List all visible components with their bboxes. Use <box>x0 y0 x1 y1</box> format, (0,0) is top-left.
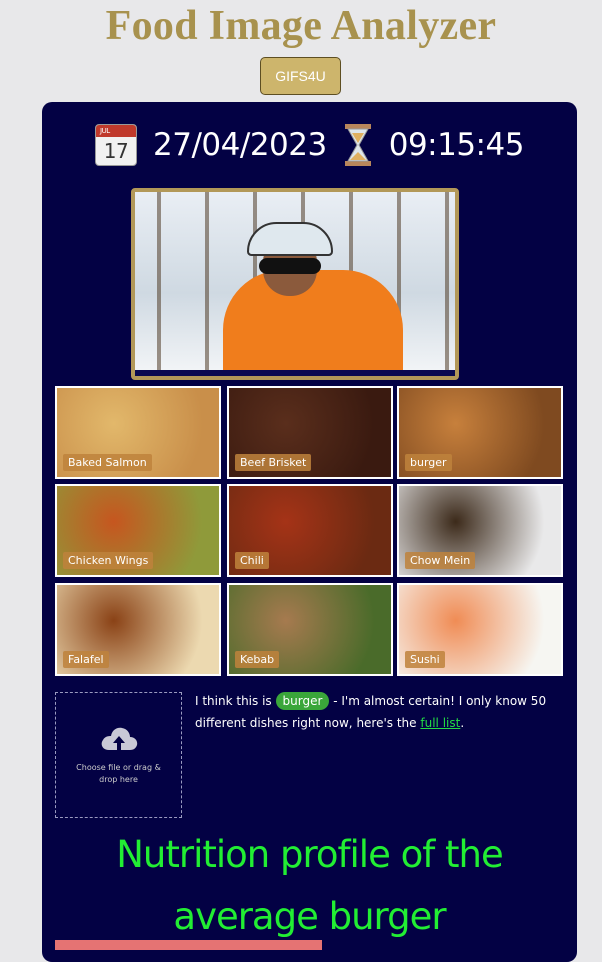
datetime-bar: JUL 17 27/04/2023 09:15:45 <box>42 120 577 170</box>
dish-tile-label: Kebab <box>235 651 280 668</box>
file-dropzone[interactable]: Choose file or drag & drop here <box>55 692 182 818</box>
gifs4u-button[interactable]: GIFS4U <box>260 57 341 95</box>
dish-tile[interactable]: Chili <box>227 484 393 577</box>
dish-tile-label: Chili <box>235 552 269 569</box>
full-list-link[interactable]: full list <box>420 716 460 730</box>
dropzone-label: Choose file or drag & drop here <box>76 763 161 784</box>
dish-tile-label: burger <box>405 454 452 471</box>
dish-tile[interactable]: Beef Brisket <box>227 386 393 479</box>
uploaded-image-preview <box>131 188 459 380</box>
current-time: 09:15:45 <box>388 127 525 163</box>
dish-tile[interactable]: burger <box>397 386 563 479</box>
dish-tile[interactable]: Kebab <box>227 583 393 676</box>
nutrition-heading: Nutrition profile of the average burger <box>116 833 504 938</box>
prediction-text: I think this is burger - I'm almost cert… <box>195 690 555 734</box>
prediction-prefix: I think this is <box>195 694 272 708</box>
analyzer-panel: JUL 17 27/04/2023 09:15:45 Baked Salmon B… <box>42 102 577 962</box>
prediction-end: . <box>460 716 465 730</box>
calendar-day: 17 <box>103 139 129 163</box>
dish-tile-label: Chicken Wings <box>63 552 154 569</box>
dish-tile-label: Beef Brisket <box>235 454 312 471</box>
calendar-month: JUL <box>96 125 137 137</box>
dish-tile[interactable]: Chicken Wings <box>55 484 221 577</box>
current-date: 27/04/2023 <box>153 127 327 163</box>
dish-tile[interactable]: Chow Mein <box>397 484 563 577</box>
cloud-upload-icon <box>101 727 137 750</box>
hourglass-icon <box>344 124 371 166</box>
predicted-dish-badge: burger <box>275 692 330 710</box>
calendar-icon: JUL 17 <box>95 124 138 166</box>
nutrition-bar <box>55 940 322 950</box>
dish-tile-label: Falafel <box>63 651 109 668</box>
dish-tile-label: Sushi <box>405 651 445 668</box>
dish-tile[interactable]: Baked Salmon <box>55 386 221 479</box>
dish-tile[interactable]: Falafel <box>55 583 221 676</box>
dish-tile-label: Baked Salmon <box>63 454 152 471</box>
dish-tile[interactable]: Sushi <box>397 583 563 676</box>
page-title: Food Image Analyzer <box>105 3 497 49</box>
dish-tile-label: Chow Mein <box>405 552 476 569</box>
